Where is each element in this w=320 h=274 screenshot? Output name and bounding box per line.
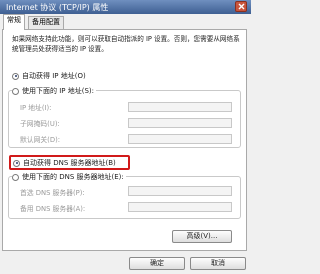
ip-manual-label: 使用下面的 IP 地址(S):	[22, 87, 94, 95]
cancel-button[interactable]: 取消	[190, 257, 246, 270]
ip-manual-radio[interactable]	[12, 87, 19, 95]
ip-auto-radio[interactable]	[12, 72, 19, 80]
dns-auto-radio[interactable]	[13, 159, 20, 167]
dns-alternate-label: 备用 DNS 服务器(A):	[20, 205, 86, 213]
dns-manual-option[interactable]: 使用下面的 DNS 服务器地址(E):	[12, 172, 126, 182]
gateway-label: 默认网关(D):	[20, 136, 61, 144]
dns-alternate-field[interactable]	[128, 202, 232, 212]
ok-button[interactable]: 确定	[129, 257, 185, 270]
title-bar: Internet 协议 (TCP/IP) 属性	[0, 0, 251, 14]
description-text: 如果网络支持此功能，则可以获取自动指派的 IP 设置。否则，您需要从网络系统管理…	[12, 35, 240, 53]
subnet-mask-field[interactable]	[128, 118, 232, 128]
subnet-mask-label: 子网掩码(U):	[20, 120, 60, 128]
dns-manual-label: 使用下面的 DNS 服务器地址(E):	[22, 173, 124, 181]
dns-preferred-field[interactable]	[128, 186, 232, 196]
dns-auto-label: 自动获得 DNS 服务器地址(B)	[23, 159, 116, 167]
gateway-field[interactable]	[128, 134, 232, 144]
dns-manual-radio[interactable]	[12, 173, 19, 181]
tab-bar: 常规 备用配置	[0, 14, 251, 30]
dns-preferred-label: 首选 DNS 服务器(P):	[20, 189, 85, 197]
close-icon	[238, 3, 244, 10]
tab-alternate-config[interactable]: 备用配置	[28, 16, 64, 29]
ip-auto-label: 自动获得 IP 地址(O)	[22, 72, 86, 80]
ip-auto-option[interactable]: 自动获得 IP 地址(O)	[12, 71, 86, 81]
ip-address-field[interactable]	[128, 102, 232, 112]
advanced-button[interactable]: 高级(V)...	[172, 230, 232, 243]
dns-auto-option[interactable]: 自动获得 DNS 服务器地址(B)	[13, 158, 116, 168]
ip-address-label: IP 地址(I):	[20, 104, 52, 112]
tab-general[interactable]: 常规	[3, 14, 25, 30]
window-title: Internet 协议 (TCP/IP) 属性	[6, 3, 109, 12]
ip-manual-option[interactable]: 使用下面的 IP 地址(S):	[12, 86, 96, 96]
close-button[interactable]	[235, 1, 247, 12]
